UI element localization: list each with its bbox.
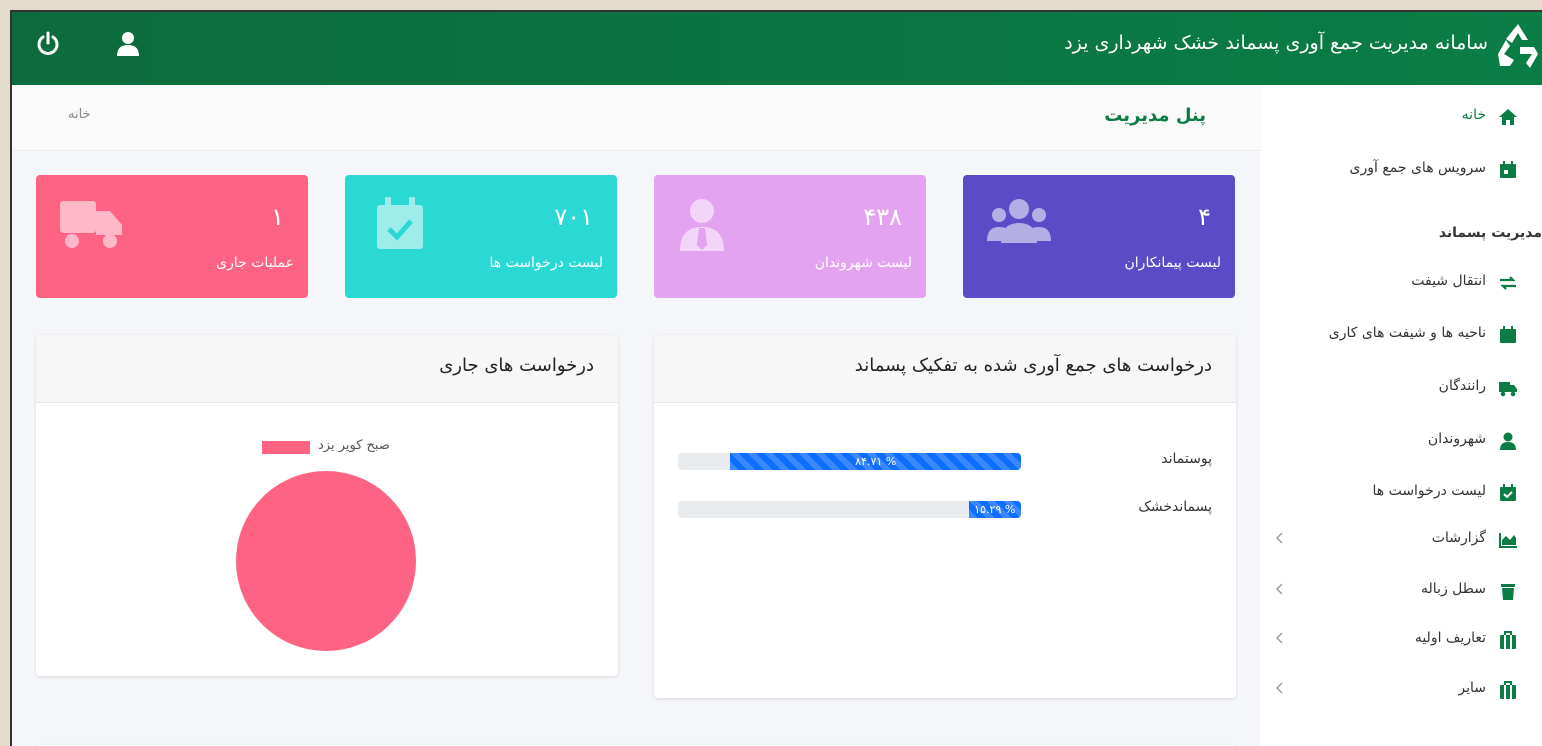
exchange-icon (1500, 276, 1516, 290)
chart-area-icon (1499, 533, 1517, 548)
calendar-icon (1500, 326, 1516, 343)
top-header: سامانه مدیریت جمع آوری پسماند خشک شهردار… (12, 12, 1542, 85)
sidebar-item-request-list[interactable]: لیست درخواست ها (1260, 475, 1542, 515)
recycle-logo-icon (1498, 24, 1538, 68)
progress-row: پوستماند % ۸۴.۷۱ (654, 451, 1236, 473)
sidebar-item-label: گزارشات (1431, 530, 1486, 546)
sidebar: خانه سرویس های جمع آوری مدیریت پسماند ان… (1260, 85, 1542, 746)
stat-value: ۷۰۱ (554, 203, 593, 231)
home-icon (1499, 109, 1517, 125)
current-requests-card: درخواست های جاری صبح کویر یزد (36, 335, 618, 676)
card-header: درخواست های جمع آوری شده به تفکیک پسماند (654, 335, 1236, 403)
progress-bar: % ۱۵.۲۹ (968, 501, 1021, 518)
truck-icon (1499, 382, 1517, 397)
main-content: پنل مدیریت خانه ۱ عملیات جاری ۷۰۱ لیست د… (12, 85, 1262, 746)
progress-track: % ۱۵.۲۹ (678, 501, 1021, 518)
sidebar-item-label: انتقال شیفت (1411, 273, 1486, 289)
sidebar-item-label: تعاریف اولیه (1414, 630, 1486, 646)
pie-slice[interactable] (236, 471, 416, 651)
stat-label: عملیات جاری (216, 255, 294, 271)
legend-swatch[interactable] (262, 441, 310, 454)
sidebar-item-label: رانندگان (1438, 378, 1486, 394)
calendar-check-icon (377, 197, 423, 249)
trash-icon (1501, 584, 1515, 600)
progress-track: % ۸۴.۷۱ (678, 453, 1021, 470)
user-icon[interactable] (114, 29, 142, 57)
sidebar-item-label: سایر (1458, 680, 1486, 696)
truck-icon (60, 201, 122, 248)
stat-card-contractors[interactable]: ۴ لیست پیمانکاران (963, 175, 1235, 298)
calendar-icon (1500, 161, 1516, 178)
chevron-left-icon (1276, 682, 1283, 694)
sidebar-item-label: ناحیه ها و شیفت های کاری (1328, 325, 1486, 341)
card-title: درخواست های جمع آوری شده به تفکیک پسماند (854, 355, 1212, 376)
progress-row: پسماندخشک % ۱۵.۲۹ (654, 499, 1236, 521)
stat-value: ۴۳۸ (863, 203, 902, 231)
waste-breakdown-card: درخواست های جمع آوری شده به تفکیک پسماند… (654, 335, 1236, 698)
power-icon[interactable] (34, 30, 62, 58)
user-icon (1500, 432, 1516, 450)
sidebar-item-reports[interactable]: گزارشات (1260, 522, 1542, 562)
calendar-check-icon (1500, 484, 1516, 501)
users-icon (987, 199, 1051, 243)
sidebar-item-label: خانه (1461, 107, 1486, 123)
sidebar-item-label: سرویس های جمع آوری (1349, 160, 1487, 176)
briefcase-icon (1500, 631, 1516, 649)
chevron-left-icon (1276, 532, 1283, 544)
sidebar-item-label: سطل زباله (1421, 581, 1486, 597)
stat-label: لیست پیمانکاران (1124, 255, 1221, 271)
stat-card-ongoing-operations[interactable]: ۱ عملیات جاری (36, 175, 308, 298)
pie-chart (236, 471, 416, 651)
stat-value: ۱ (271, 203, 284, 231)
progress-label: پسماندخشک (1138, 499, 1212, 515)
sidebar-item-home[interactable]: خانه (1260, 99, 1542, 139)
sidebar-item-trash-bins[interactable]: سطل زباله (1260, 573, 1542, 613)
stat-card-citizens[interactable]: ۴۳۸ لیست شهروندان (654, 175, 926, 298)
sidebar-item-other[interactable]: سایر (1260, 672, 1542, 712)
stat-card-request-list[interactable]: ۷۰۱ لیست درخواست ها (345, 175, 617, 298)
card-title: درخواست های جاری (439, 355, 594, 376)
sidebar-item-basic-definitions[interactable]: تعاریف اولیه (1260, 622, 1542, 662)
stat-value: ۴ (1198, 203, 1211, 231)
sidebar-section-header: مدیریت پسماند (1438, 225, 1542, 241)
progress-label: پوستماند (1161, 451, 1212, 467)
briefcase-icon (1500, 681, 1516, 699)
page-header: پنل مدیریت خانه (12, 85, 1262, 151)
progress-bar: % ۸۴.۷۱ (730, 453, 1021, 470)
sidebar-item-label: شهروندان (1427, 431, 1486, 447)
legend-label: صبح کویر یزد (318, 438, 390, 453)
sidebar-item-shift-transfer[interactable]: انتقال شیفت (1260, 265, 1542, 305)
chevron-left-icon (1276, 632, 1283, 644)
app-title: سامانه مدیریت جمع آوری پسماند خشک شهردار… (1064, 32, 1488, 54)
sidebar-item-collection-services[interactable]: سرویس های جمع آوری (1260, 152, 1542, 192)
breadcrumb[interactable]: خانه (68, 107, 91, 122)
stat-label: لیست شهروندان (814, 255, 912, 271)
sidebar-item-citizens[interactable]: شهروندان (1260, 423, 1542, 463)
card-header: درخواست های جاری (36, 335, 618, 403)
chevron-left-icon (1276, 583, 1283, 595)
sidebar-item-drivers[interactable]: رانندگان (1260, 370, 1542, 410)
sidebar-item-zones-shifts[interactable]: ناحیه ها و شیفت های کاری (1260, 317, 1542, 357)
page-title: پنل مدیریت (1104, 105, 1206, 126)
user-tie-icon (680, 199, 724, 251)
app-window: سامانه مدیریت جمع آوری پسماند خشک شهردار… (10, 10, 1542, 746)
stat-label: لیست درخواست ها (489, 255, 603, 271)
sidebar-item-label: لیست درخواست ها (1372, 483, 1486, 499)
